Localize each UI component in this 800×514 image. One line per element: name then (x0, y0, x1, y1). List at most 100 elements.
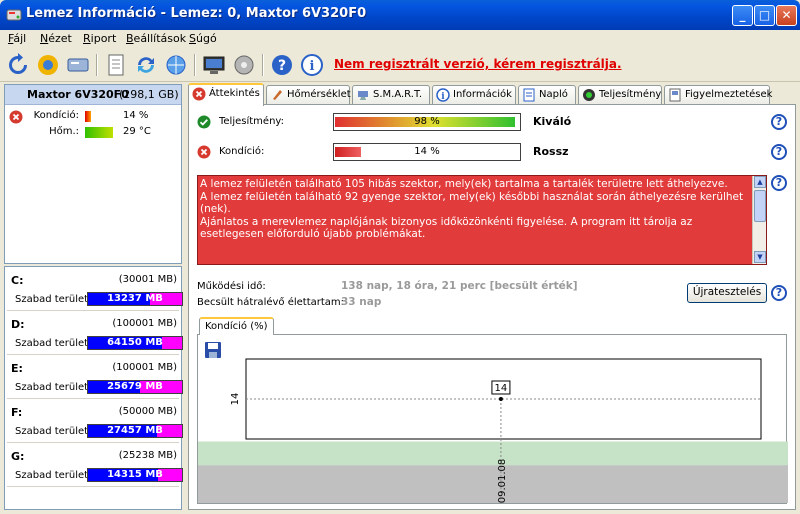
error-icon (197, 145, 211, 159)
thermometer-icon (273, 90, 282, 100)
retest-button[interactable]: Újratesztelés (687, 283, 767, 303)
partition-item[interactable]: E: (100001 MB) Szabad terület 25679 MB (7, 357, 183, 399)
temp-label: Hőm.: (49, 126, 79, 137)
condition-chart-plot: 14 14 09.01.08 (198, 358, 788, 504)
condition-value: 14 % (123, 110, 149, 121)
tab-temperature[interactable]: Hőmérséklet (266, 85, 351, 105)
scroll-thumb[interactable] (754, 190, 766, 222)
menu-report[interactable]: Riport (83, 32, 116, 45)
free-space-value: 25679 MB (107, 381, 163, 392)
app-icon (6, 9, 22, 21)
chart-x-tick: 09.01.08 (497, 459, 508, 504)
retest-help-icon[interactable]: ? (771, 285, 787, 301)
minimize-button[interactable]: _ (732, 5, 753, 26)
partition-item[interactable]: F: (50000 MB) Szabad terület 27457 MB (7, 401, 183, 443)
uptime-value: 138 nap, 18 óra, 21 perc [becsült érték] (341, 280, 578, 292)
tab-bar: Áttekintés Hőmérséklet S.M.A.R.T. i Info… (188, 83, 798, 106)
temp-value: 29 °C (123, 126, 151, 137)
chart-band (198, 441, 788, 466)
drive-icon[interactable] (66, 53, 90, 77)
tab-performance[interactable]: Teljesítmény (578, 85, 662, 105)
info-icon: i (436, 88, 450, 102)
tab-label: Napló (539, 89, 568, 100)
tab-information[interactable]: i Információk (432, 85, 516, 105)
condition-value: 14 % (414, 146, 440, 157)
uptime-label: Működési idő: (197, 281, 266, 292)
partition-size: (100001 MB) (112, 318, 177, 329)
error-icon (9, 110, 23, 124)
close-button[interactable]: ✕ (776, 5, 797, 26)
condition-bar: 14 % (333, 143, 521, 161)
chart-data-label: 14 (495, 383, 508, 394)
menu-help[interactable]: Súgó (189, 32, 217, 45)
chart-band (198, 465, 788, 503)
title-bar: Lemez Információ - Lemez: 0, Maxtor 6V32… (0, 0, 800, 30)
registration-link[interactable]: Nem regisztrált verzió, kérem regisztrál… (334, 57, 622, 71)
tab-label: Figyelmeztetések (685, 89, 773, 100)
free-space-label: Szabad terület (15, 426, 89, 437)
network-icon[interactable] (164, 53, 188, 77)
menu-view[interactable]: Nézet (40, 32, 72, 45)
tab-log[interactable]: Napló (518, 85, 576, 105)
disk-summary-panel: Maxtor 6V320F0 (298,1 GB) Kondíció: 14 %… (4, 84, 182, 264)
maximize-button[interactable]: □ (754, 5, 775, 26)
report-icon[interactable] (104, 53, 128, 77)
refresh-icon[interactable] (6, 53, 30, 77)
tab-label: Áttekintés (209, 88, 260, 99)
free-space-label: Szabad terület (15, 470, 89, 481)
alert-help-icon[interactable]: ? (771, 175, 787, 191)
scroll-up-icon[interactable]: ▲ (754, 176, 766, 188)
partition-letter: G: (11, 450, 25, 463)
tab-label: Teljesítmény (599, 89, 662, 100)
partition-letter: D: (11, 318, 25, 331)
toolbar-separator (194, 54, 196, 76)
disk-temp-row: Hőm.: 29 °C (5, 125, 181, 141)
disk-header[interactable]: Maxtor 6V320F0 (298,1 GB) (5, 85, 181, 105)
partition-letter: E: (11, 362, 23, 375)
monitor-icon[interactable] (202, 53, 226, 77)
free-space-bar: 14315 MB (87, 468, 183, 482)
disk-check-icon[interactable] (232, 53, 256, 77)
performance-help-icon[interactable]: ? (771, 114, 787, 130)
help-icon[interactable]: ? (270, 53, 294, 77)
free-space-bar: 25679 MB (87, 380, 183, 394)
tab-overview[interactable]: Áttekintés (188, 83, 264, 106)
partition-size: (30001 MB) (118, 274, 177, 285)
condition-label: Kondíció: (219, 146, 265, 157)
save-icon[interactable] (204, 341, 222, 359)
tab-label: Információk (453, 89, 512, 100)
scroll-down-icon[interactable]: ▼ (754, 251, 766, 263)
temp-mini-bar (85, 127, 125, 138)
info-icon[interactable]: i (300, 53, 324, 77)
free-space-value: 14315 MB (107, 469, 163, 480)
error-icon (192, 87, 206, 101)
free-space-value: 27457 MB (107, 425, 163, 436)
life-label: Becsült hátralévő élettartam: (197, 297, 345, 308)
disk-name: Maxtor 6V320F0 (27, 88, 129, 101)
condition-help-icon[interactable]: ? (771, 144, 787, 160)
partition-letter: C: (11, 274, 24, 287)
alert-settings-icon[interactable] (36, 53, 60, 77)
log-icon (523, 88, 535, 102)
partition-item[interactable]: D: (100001 MB) Szabad terület 64150 MB (7, 313, 183, 355)
svg-text:i: i (310, 59, 315, 74)
menu-settings[interactable]: Beállítások (126, 32, 186, 45)
menu-file[interactable]: Fájl (8, 32, 26, 45)
smart-icon (358, 91, 368, 100)
tab-warnings[interactable]: Figyelmeztetések (664, 85, 773, 105)
menu-bar: Fájl Nézet Riport Beállítások Súgó (0, 30, 800, 48)
chart-y-tick: 14 (230, 393, 241, 406)
condition-mini-fill (85, 111, 91, 122)
partition-item[interactable]: G: (25238 MB) Szabad terület 14315 MB (7, 445, 183, 487)
alert-text: A lemez felületén található 105 hibás sz… (200, 178, 744, 240)
alert-scrollbar[interactable]: ▲ ▼ (752, 176, 766, 264)
window-title: Lemez Információ - Lemez: 0, Maxtor 6V32… (26, 6, 367, 21)
partition-letter: F: (11, 406, 23, 419)
sync-icon[interactable] (134, 53, 158, 77)
partition-item[interactable]: C: (30001 MB) Szabad terület 13237 MB (7, 269, 183, 311)
toolbar-separator (96, 54, 98, 76)
free-space-value: 13237 MB (107, 293, 163, 304)
tab-smart[interactable]: S.M.A.R.T. (352, 85, 430, 105)
chart-tab-condition[interactable]: Kondíció (%) (199, 317, 274, 335)
alert-message-box[interactable]: A lemez felületén található 105 hibás sz… (197, 175, 767, 265)
